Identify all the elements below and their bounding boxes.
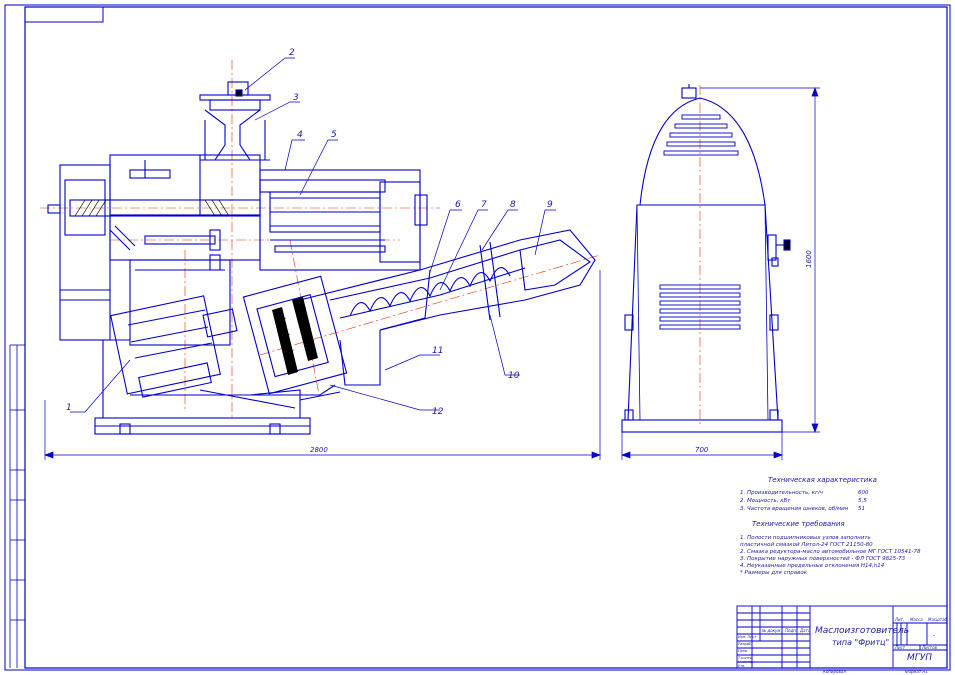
requirements-title: Технические требования (752, 520, 845, 528)
drum-housing (59, 164, 111, 341)
working-cylinder (259, 169, 421, 271)
drawing-title-line1: Маслоизготовитель (815, 626, 910, 636)
tb-scale-header: Масштаб (928, 617, 948, 622)
callout-12: 12 (432, 407, 444, 417)
callout-5: 5 (331, 130, 337, 140)
main-dimension (44, 270, 601, 460)
tb-sheets: Листов (922, 645, 937, 650)
callout-2: 2 (289, 48, 295, 58)
texturator (299, 229, 596, 386)
requirement-line: 3. Покрытие наружных поверхностей - ФЛ Г… (740, 556, 906, 562)
corner-stamp (24, 6, 104, 23)
tb-col-date: Дата (800, 628, 811, 633)
organization: МГУП (907, 653, 933, 663)
gear-box (242, 275, 348, 395)
tb-format: Формат А1 (905, 669, 928, 674)
tb-lit-header: Лит. (895, 617, 905, 622)
callout-3: 3 (293, 93, 299, 103)
tb-sheet: Лист (895, 645, 906, 650)
tb-row-prov: Пров. (738, 649, 749, 653)
requirement-line: * Размеры для справок (740, 570, 808, 576)
dim-side-width: 700 (695, 446, 709, 454)
spec-3-label: 3. Частота вращения шнеков, об/мин (740, 506, 849, 512)
requirement-line: 1. Полости подшипниковых узлов заполнить (740, 535, 871, 541)
sheet-border (4, 4, 951, 671)
spec-2-label: 2. Мощность, кВт (740, 498, 791, 504)
drawing-sheet: 2800 1 2 3 4 5 6 7 8 9 10 11 12 700 1600 (4, 4, 951, 671)
drawing-title-line2: типа "Фритц" (832, 638, 890, 647)
dim-overall-length: 2800 (310, 446, 328, 454)
tb-row-izm: Изм. Лист (738, 635, 757, 639)
tb-copied: Копировал (823, 669, 846, 674)
dim-side-height: 1600 (805, 250, 813, 268)
callout-11: 11 (432, 346, 443, 356)
hopper (199, 81, 271, 161)
callout-6: 6 (455, 200, 461, 210)
tb-scale-value: - (933, 632, 936, 639)
spec-1-label: 1. Производительность, кг/ч (740, 490, 824, 496)
callout-7: 7 (481, 200, 487, 210)
tb-row-utv: Утв. (738, 664, 746, 668)
callout-1: 1 (66, 403, 72, 413)
side-view (621, 84, 791, 433)
gear-hatch (272, 297, 318, 375)
tb-row-razrab: Разраб. (738, 642, 752, 646)
callout-9: 9 (547, 200, 553, 210)
tb-col-sign: Подп. (785, 628, 798, 633)
tb-col-doc: № докум. (762, 628, 782, 633)
requirement-line: 2. Смазка редуктора-масло автомобильное … (740, 549, 921, 555)
requirement-line: 4. Неуказанные предельные отклонения H14… (740, 563, 885, 569)
spec-3-value: 51 (858, 506, 865, 512)
callout-4: 4 (297, 130, 303, 140)
callout-10: 10 (508, 371, 520, 381)
top-vents (663, 114, 739, 156)
tb-mass-header: Масса (910, 617, 923, 622)
left-margin-strip (9, 344, 25, 668)
callout-8: 8 (510, 200, 516, 210)
spec-1-value: 600 (858, 490, 869, 496)
requirement-line: пластичной смазкой Литол-24 ГОСТ 21150-8… (740, 542, 873, 548)
spec-2-value: 5,5 (858, 498, 867, 504)
specs-title: Техническая характеристика (768, 476, 877, 484)
side-dimensions (621, 87, 820, 460)
